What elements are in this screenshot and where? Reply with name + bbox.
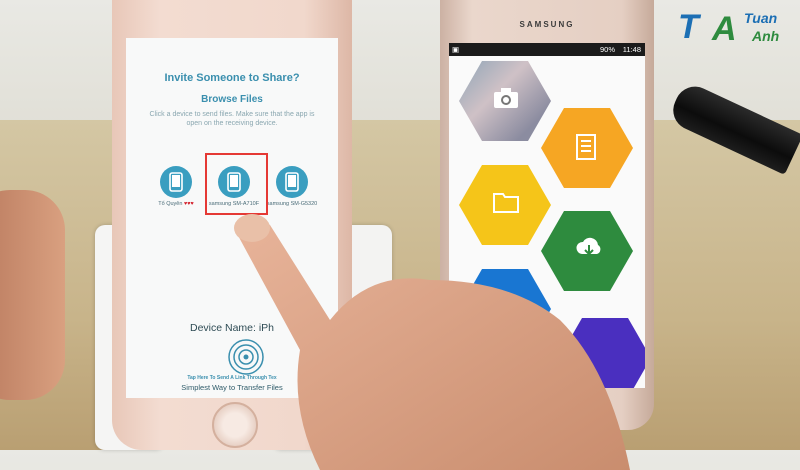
device-item-3[interactable]: samsung SM-G5320 <box>264 166 320 208</box>
instruction-text: Click a device to send files. Make sure … <box>149 111 315 127</box>
status-bar: ▣ 90% 11:48 <box>449 43 645 56</box>
browse-files-link[interactable]: Browse Files <box>126 94 338 105</box>
samsung-brand: SAMSUNG <box>519 20 575 29</box>
pointing-hand <box>234 214 630 470</box>
notes-tile[interactable] <box>541 108 633 188</box>
invite-title[interactable]: Invite Someone to Share? <box>126 72 338 84</box>
hearts: ♥♥♥ <box>183 201 194 207</box>
camera-tile[interactable] <box>459 61 551 141</box>
camera-icon <box>494 88 518 108</box>
logo-word-anh: Anh <box>752 28 780 44</box>
phone-icon <box>160 166 192 198</box>
device-item-1[interactable]: Tổ Quyên ♥♥♥ <box>148 166 204 208</box>
notification-icon: ▣ <box>452 45 460 54</box>
notes-icon <box>576 134 596 160</box>
clock: 11:48 <box>622 45 641 54</box>
device-label: samsung SM-G5320 <box>266 201 318 207</box>
logo-letter-a: A <box>712 10 737 48</box>
battery-level: 90% <box>599 45 615 54</box>
logo-word-tuan: Tuan <box>744 10 778 26</box>
device-label: Tổ Quyên <box>158 201 183 207</box>
left-hand <box>0 190 65 400</box>
logo-letter-t: T <box>678 8 699 46</box>
phone-icon <box>276 166 308 198</box>
highlight-box <box>205 153 268 215</box>
